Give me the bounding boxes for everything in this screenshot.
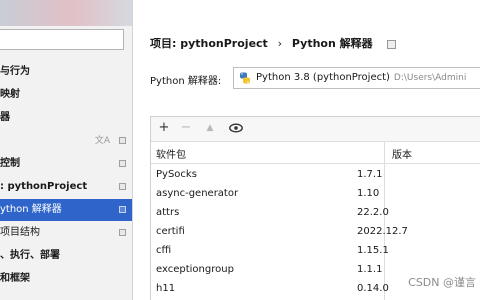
project-level-icon: [119, 229, 126, 236]
package-name: certifi: [156, 226, 185, 237]
sidebar-item-python-interpreter[interactable]: ython 解释器: [0, 199, 132, 221]
package-version: 1.15.1: [357, 245, 389, 256]
sidebar-item-label: 与行为: [0, 66, 30, 77]
package-version: 1.1.1: [357, 264, 383, 275]
package-name: async-generator: [156, 188, 239, 199]
column-header-version[interactable]: 版本: [392, 146, 412, 161]
sidebar-item-label: 器: [0, 112, 10, 123]
translate-icon: 文A: [94, 136, 110, 146]
table-row[interactable]: attrs 22.2.0: [151, 203, 480, 222]
sidebar-item-plugins[interactable]: 文A: [0, 130, 132, 152]
page-title: Python 解释器: [291, 37, 373, 50]
watermark: CSDN @谨言: [408, 276, 476, 289]
sidebar-item-behavior[interactable]: 与行为: [0, 61, 132, 83]
package-name: PySocks: [156, 169, 197, 180]
project-level-icon: [386, 39, 396, 49]
package-version: 1.10: [357, 188, 380, 199]
sidebar-item-label: 项目结构: [0, 227, 40, 238]
sidebar-item-label: 映射: [0, 89, 20, 100]
project-level-icon: [119, 183, 126, 190]
interpreter-select[interactable]: Python 3.8 (pythonProject) D:\Users\Admin…: [233, 67, 480, 89]
package-table: + − ▲ 软件包 版本 PySocks 1.7.1 async-generat…: [150, 116, 480, 300]
remove-package-button[interactable]: −: [178, 120, 194, 136]
sidebar-item-label: 控制: [0, 158, 20, 169]
interpreter-path: D:\Users\Admini: [393, 73, 467, 83]
panel-divider: [132, 0, 133, 300]
package-name: cffi: [156, 245, 172, 256]
sidebar-item-label: ython 解释器: [0, 204, 62, 215]
breadcrumb-project[interactable]: 项目: pythonProject: [150, 37, 268, 50]
table-row[interactable]: certifi 2022.12.7: [151, 222, 480, 241]
python-icon: [240, 72, 250, 84]
sidebar-item-editor[interactable]: 器: [0, 107, 132, 129]
upgrade-package-button[interactable]: ▲: [202, 120, 218, 136]
sidebar-item-build-execution[interactable]: 、执行、部署: [0, 245, 132, 267]
package-version: 0.14.0: [357, 283, 389, 294]
package-toolbar: + − ▲: [151, 117, 480, 142]
table-header: 软件包 版本: [151, 142, 480, 164]
table-row[interactable]: PySocks 1.7.1: [151, 165, 480, 184]
package-name: exceptiongroup: [156, 264, 234, 275]
sidebar-item-label: 、执行、部署: [0, 250, 60, 261]
column-header-package[interactable]: 软件包: [156, 146, 186, 161]
interpreter-name: Python 3.8 (pythonProject): [256, 72, 390, 83]
project-level-icon: [119, 206, 126, 213]
sidebar-item-label: 和框架: [0, 273, 30, 284]
table-row[interactable]: async-generator 1.10: [151, 184, 480, 203]
interpreter-label: Python 解释器:: [150, 76, 222, 87]
sidebar-item-label: : pythonProject: [0, 181, 88, 192]
project-level-icon: [119, 160, 126, 167]
sidebar-item-keymap[interactable]: 映射: [0, 84, 132, 106]
table-row[interactable]: cffi 1.15.1: [151, 241, 480, 260]
sidebar-item-version-control[interactable]: 控制: [0, 153, 132, 175]
breadcrumb: 项目: pythonProject › Python 解释器: [150, 35, 396, 51]
package-version: 1.7.1: [357, 169, 383, 180]
sidebar-item-project-structure[interactable]: 项目结构: [0, 222, 132, 244]
settings-search-input[interactable]: [0, 29, 124, 50]
breadcrumb-separator: ›: [277, 37, 283, 50]
package-version: 2022.12.7: [357, 226, 408, 237]
sidebar-item-frameworks[interactable]: 和框架: [0, 268, 132, 290]
eye-icon[interactable]: [228, 120, 244, 136]
package-name: h11: [156, 283, 176, 294]
sidebar-item-project[interactable]: : pythonProject: [0, 176, 132, 198]
project-level-icon: [119, 137, 126, 144]
settings-sidebar: 与行为 映射 器 文A 控制 : pythonProject ython 解释器…: [0, 0, 132, 300]
package-name: attrs: [156, 207, 180, 218]
package-version: 22.2.0: [357, 207, 389, 218]
add-package-button[interactable]: +: [156, 120, 172, 136]
sidebar-top-strip: [0, 0, 132, 26]
